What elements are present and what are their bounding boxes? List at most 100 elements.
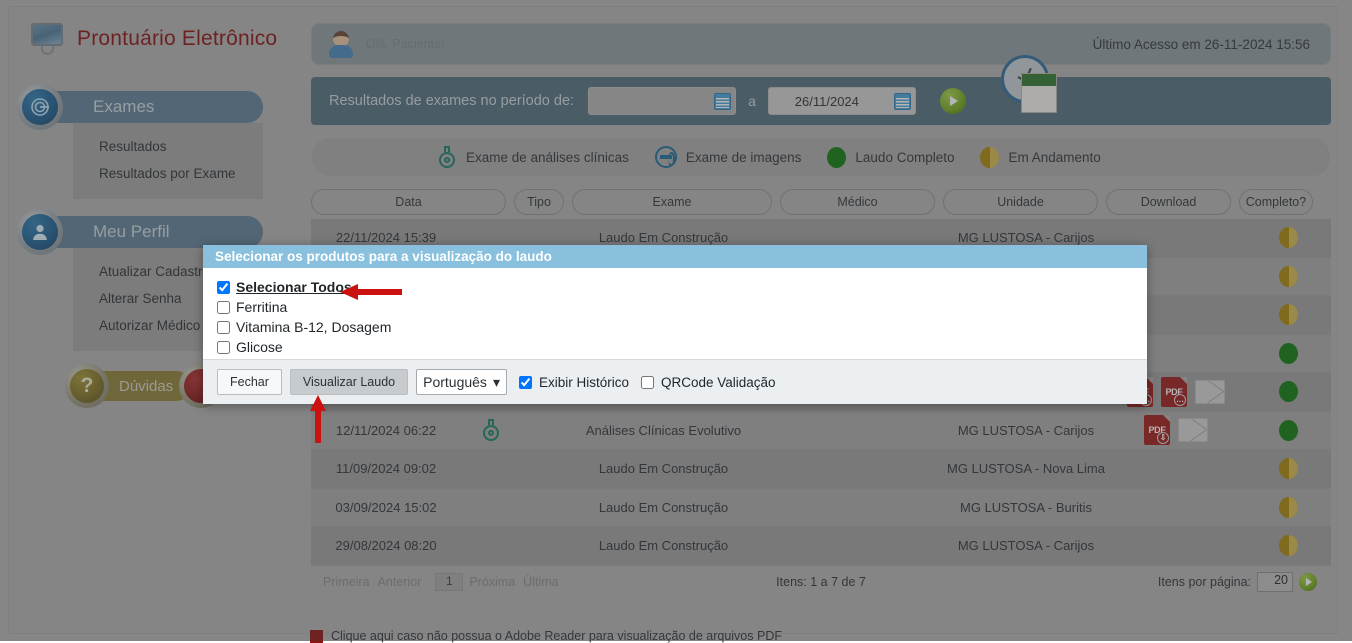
table-row[interactable]: 29/08/2024 08:20 Laudo Em Construção MG … — [311, 527, 1331, 566]
cell-download: PDF ⇩ — [1106, 415, 1246, 446]
legend-label: Exame de imagens — [685, 149, 802, 165]
date-to-input[interactable]: 26/11/2024 — [767, 87, 916, 115]
imaging-icon — [654, 146, 677, 168]
table-row[interactable]: 11/09/2024 09:02 Laudo Em Construção MG … — [311, 450, 1331, 489]
email-icon[interactable] — [1178, 418, 1208, 443]
pagination-bar: Primeira Anterior 1 Próxima Última Itens… — [311, 566, 1331, 598]
status-inprogress-icon — [1279, 304, 1298, 326]
option-label-selecionar-todos[interactable]: Selecionar Todos — [236, 279, 352, 295]
table-row[interactable]: 12/11/2024 06:22 Análises Clínicas Evolu… — [311, 411, 1331, 450]
cell-completo — [1246, 419, 1331, 441]
pdf-download-icon[interactable]: PDF… — [1161, 376, 1187, 407]
column-header-completo[interactable]: Completo? — [1239, 189, 1313, 215]
cell-data: 12/11/2024 06:22 — [335, 422, 437, 438]
close-button[interactable]: Fechar — [217, 369, 282, 395]
select-products-dialog: Selecionar os produtos para a visualizaç… — [203, 245, 1147, 404]
legend-item-completo: Laudo Completo — [827, 146, 955, 168]
calendar-icon[interactable] — [714, 92, 732, 110]
checkbox-selecionar-todos[interactable] — [217, 280, 230, 294]
column-header-download[interactable]: Download — [1106, 189, 1231, 215]
pager-per-page-label: Itens por página: — [1157, 574, 1251, 589]
cell-completo — [1246, 535, 1331, 557]
checkbox-qrcode-validacao[interactable] — [641, 375, 654, 389]
sidebar-item-label: Meu Perfil — [93, 222, 170, 241]
option-row-glicose[interactable]: Glicose — [217, 337, 1147, 357]
brand-header: Prontuário Eletrônico — [31, 23, 277, 55]
checkbox-vitamina-b12[interactable] — [217, 320, 230, 334]
cell-unidade: MG LUSTOSA - Carijos — [957, 230, 1095, 246]
cell-exame: Laudo Em Construção — [598, 230, 729, 246]
dialog-body: Selecionar Todos Ferritina Vitamina B-12… — [203, 268, 1147, 359]
column-header-medico[interactable]: Médico — [780, 189, 935, 215]
cell-exame: Laudo Em Construção — [598, 461, 729, 477]
show-history-row[interactable]: Exibir Histórico — [515, 373, 629, 392]
cell-exame: Laudo Em Construção — [598, 499, 729, 515]
cell-data: 03/09/2024 15:02 — [335, 499, 437, 515]
period-label: Resultados de exames no período de: — [329, 93, 575, 109]
cell-completo — [1246, 265, 1331, 287]
cell-data: 29/08/2024 08:20 — [335, 538, 437, 554]
status-inprogress-icon — [980, 146, 1000, 168]
option-label-vitamina-b12: Vitamina B-12, Dosagem — [236, 319, 392, 335]
table-row[interactable]: 03/09/2024 15:02 Laudo Em Construção MG … — [311, 488, 1331, 527]
cell-tipo — [461, 419, 521, 442]
option-row-ferritina[interactable]: Ferritina — [217, 297, 1147, 317]
email-icon[interactable] — [1195, 379, 1225, 404]
legend-item-imagens: Exame de imagens — [654, 146, 802, 168]
sidebar-item-meu-perfil[interactable]: Meu Perfil — [17, 209, 263, 255]
cell-unidade: MG LUSTOSA - Nova Lima — [947, 461, 1105, 477]
date-to-value: 26/11/2024 — [794, 93, 859, 109]
column-header-tipo[interactable]: Tipo — [514, 189, 564, 215]
qrcode-label: QRCode Validação — [661, 374, 776, 390]
last-access-text: Último Acesso em 26-11-2024 15:56 — [1092, 36, 1310, 52]
sidebar-link-resultados[interactable]: Resultados — [99, 133, 263, 160]
cell-completo — [1246, 227, 1331, 249]
legend-bar: Exame de análises clínicas Exame de imag… — [311, 137, 1331, 177]
sidebar-item-exames[interactable]: Exames — [17, 84, 263, 130]
checkbox-ferritina[interactable] — [217, 300, 230, 314]
column-header-unidade[interactable]: Unidade — [943, 189, 1098, 215]
pager-per-page: Itens por página: 20 — [1157, 571, 1317, 592]
status-complete-icon — [1279, 381, 1298, 403]
pdf-download-icon[interactable]: PDF ⇩ — [1144, 415, 1170, 446]
language-select[interactable]: Português ▾ — [416, 369, 507, 395]
language-select-value: Português — [423, 374, 487, 390]
flask-icon — [481, 419, 501, 442]
option-row-vitamina-b12[interactable]: Vitamina B-12, Dosagem — [217, 317, 1147, 337]
legend-label: Exame de análises clínicas — [466, 149, 629, 165]
legend-label: Laudo Completo — [855, 149, 955, 165]
pager-per-page-input[interactable]: 20 — [1257, 571, 1293, 592]
sidebar-group-exames: Exames Resultados Resultados por Exame — [17, 84, 263, 199]
cell-completo — [1246, 458, 1331, 480]
qrcode-row[interactable]: QRCode Validação — [637, 373, 776, 392]
user-badge-icon — [17, 209, 63, 255]
search-submit-button[interactable] — [939, 88, 966, 114]
monitor-icon — [31, 23, 65, 55]
column-header-exame[interactable]: Exame — [572, 189, 772, 215]
sidebar-link-resultados-por-exame[interactable]: Resultados por Exame — [99, 160, 263, 187]
cell-exame: Análises Clínicas Evolutivo — [585, 422, 742, 438]
show-history-label: Exibir Histórico — [538, 374, 629, 390]
view-report-button[interactable]: Visualizar Laudo — [289, 369, 409, 395]
option-label-glicose: Glicose — [236, 339, 283, 355]
status-inprogress-icon — [1279, 458, 1298, 480]
avatar — [328, 30, 354, 58]
cell-completo — [1246, 342, 1331, 364]
legend-item-analises: Exame de análises clínicas — [437, 146, 629, 168]
column-header-data[interactable]: Data — [311, 189, 506, 215]
checkbox-exibir-historico[interactable] — [518, 375, 532, 389]
pager-go-button[interactable] — [1299, 572, 1317, 591]
legend-item-andamento: Em Andamento — [980, 146, 1101, 168]
status-complete-icon — [1279, 342, 1298, 364]
clock-calendar-icon — [1001, 55, 1063, 117]
date-from-input[interactable] — [588, 87, 737, 115]
dialog-title: Selecionar os produtos para a visualizaç… — [203, 245, 1147, 268]
dialog-footer: Fechar Visualizar Laudo Português ▾ Exib… — [203, 359, 1147, 404]
status-inprogress-icon — [1279, 265, 1298, 287]
cell-unidade: MG LUSTOSA - Buritis — [960, 499, 1092, 515]
duvidas-button[interactable]: ? Dúvidas — [65, 364, 192, 408]
cell-completo — [1246, 496, 1331, 518]
checkbox-glicose[interactable] — [217, 340, 230, 354]
table-column-headers: Data Tipo Exame Médico Unidade Download … — [311, 189, 1331, 215]
calendar-icon[interactable] — [893, 92, 911, 110]
